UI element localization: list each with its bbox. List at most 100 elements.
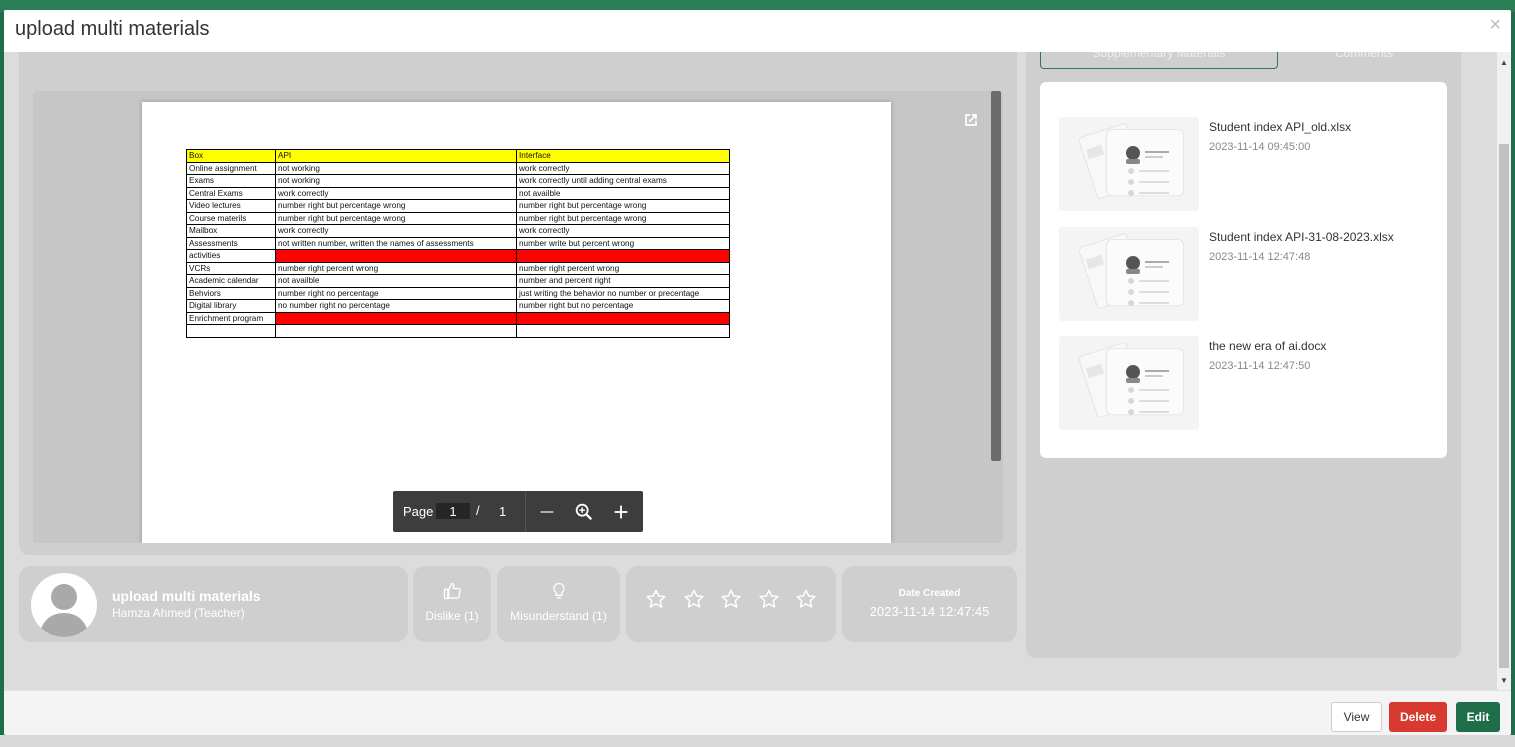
table-header-cell: Box	[186, 149, 276, 163]
author-card: upload multi materials Hamza Ahmed (Teac…	[19, 566, 408, 642]
table-row	[186, 324, 730, 338]
page-toolbar: Page / 1	[393, 491, 643, 532]
table-cell	[516, 249, 730, 263]
table-cell: Video lectures	[186, 199, 276, 213]
document-thumbnail-icon	[1078, 123, 1185, 199]
table-row: Online assignment not working work correct…	[186, 161, 730, 175]
date-created-label: Date Created	[898, 588, 961, 599]
open-external-icon[interactable]	[961, 110, 981, 130]
viewer-scrollbar[interactable]	[991, 91, 1001, 461]
zoom-icon[interactable]	[573, 501, 595, 523]
table-header-cell: Interface	[516, 149, 730, 163]
table-row: VCRs number right percent wrong number rig…	[186, 261, 730, 275]
delete-button[interactable]: Delete	[1389, 702, 1447, 732]
table-row: Course materils number right but percenta…	[186, 211, 730, 225]
table-cell	[275, 324, 517, 338]
star-icon[interactable]	[795, 588, 817, 610]
page-number-input[interactable]	[436, 503, 470, 519]
table-cell: number right no percentage	[275, 286, 517, 300]
list-item[interactable]: the new era of ai.docx 2023-11-14 12:47:5…	[1059, 336, 1449, 430]
date-created-card: Date Created 2023-11-14 12:47:45	[842, 566, 1017, 642]
table-row: Academic calendar not availble number and …	[186, 274, 730, 288]
table-cell: activities	[186, 249, 276, 263]
table-row: Exams not working work correctly until add…	[186, 174, 730, 188]
table-cell: Behviors	[186, 286, 276, 300]
table-cell: work correctly	[516, 161, 730, 175]
table-cell: work correctly	[275, 186, 517, 200]
document-thumbnail-icon	[1078, 342, 1185, 418]
star-icon[interactable]	[683, 588, 705, 610]
materials-panel: Supplementary Materials Comments Student…	[1026, 52, 1461, 658]
table-cell: Digital library	[186, 299, 276, 313]
table-cell: VCRs	[186, 261, 276, 275]
document-thumbnail-icon	[1078, 232, 1185, 309]
table-cell: not availble	[275, 274, 517, 288]
file-date: 2023-11-14 12:47:50	[1209, 360, 1311, 372]
table-cell: Course materils	[186, 211, 276, 225]
table-cell: not availble	[516, 186, 730, 200]
table-cell: number right but percentage wrong	[275, 199, 517, 213]
pdf-viewer[interactable]: Box API Interface Online assignment not w…	[33, 91, 1003, 543]
table-row: Mailbox work correctly work correctly	[186, 224, 730, 238]
misunderstand-label: Misunderstand (1)	[510, 609, 607, 623]
scroll-up-icon[interactable]: ▲	[1500, 58, 1508, 67]
table-cell: number and percent right	[516, 274, 730, 288]
document-panel: Box API Interface Online assignment not w…	[19, 52, 1017, 555]
scroll-down-icon[interactable]: ▼	[1500, 676, 1508, 685]
background-footer	[0, 735, 1515, 747]
table-row: Enrichment program	[186, 311, 730, 325]
page-separator: /	[476, 503, 480, 518]
file-name: Student index API_old.xlsx	[1209, 120, 1352, 134]
star-icon[interactable]	[720, 588, 742, 610]
list-item[interactable]: Student index API-31-08-2023.xlsx 2023-11…	[1059, 226, 1449, 321]
star-icon[interactable]	[758, 588, 780, 610]
document-table: Box API Interface Online assignment not w…	[186, 149, 730, 338]
modal-header: upload multi materials ×	[4, 10, 1511, 52]
table-cell: Central Exams	[186, 186, 276, 200]
edit-button[interactable]: Edit	[1456, 702, 1500, 732]
list-item[interactable]: Student index API_old.xlsx 2023-11-14 09:…	[1059, 117, 1449, 211]
table-cell: number right percent wrong	[275, 261, 517, 275]
table-cell: Assessments	[186, 236, 276, 250]
table-cell	[275, 249, 517, 263]
zoom-in-icon[interactable]	[610, 501, 632, 523]
file-name: the new era of ai.docx	[1209, 339, 1327, 353]
table-row: Digital library no number right no percen…	[186, 299, 730, 313]
file-name: Student index API-31-08-2023.xlsx	[1209, 229, 1394, 244]
table-cell: Mailbox	[186, 224, 276, 238]
table-cell	[186, 324, 276, 338]
star-icon[interactable]	[645, 588, 667, 610]
lightbulb-icon	[552, 582, 565, 599]
material-title: upload multi materials	[112, 588, 261, 604]
dislike-label: Dislike (1)	[425, 609, 479, 623]
files-list: Student index API_old.xlsx 2023-11-14 09:…	[1040, 82, 1447, 458]
rating-card	[626, 566, 836, 642]
dislike-button[interactable]: Dislike (1)	[413, 566, 491, 642]
zoom-out-icon[interactable]	[536, 501, 558, 523]
date-created-value: 2023-11-14 12:47:45	[869, 604, 990, 619]
table-cell: work correctly	[516, 224, 730, 238]
file-thumbnail	[1059, 226, 1199, 321]
view-button[interactable]: View	[1331, 702, 1382, 732]
tab-supplementary-materials[interactable]: Supplementary Materials	[1040, 52, 1278, 69]
modal-body: Box API Interface Online assignment not w…	[4, 52, 1511, 690]
table-cell: Academic calendar	[186, 274, 276, 288]
table-cell: not working	[275, 174, 517, 188]
table-header-row: Box API Interface	[186, 149, 730, 163]
table-cell: Exams	[186, 174, 276, 188]
table-row: Video lectures number right but percentag…	[186, 199, 730, 213]
misunderstand-button[interactable]: Misunderstand (1)	[497, 566, 620, 642]
modal-scrollbar[interactable]: ▲ ▼	[1497, 52, 1511, 690]
total-pages: 1	[499, 504, 507, 519]
author-name: Hamza Ahmed (Teacher)	[112, 606, 245, 620]
tab-comments[interactable]: Comments	[1278, 52, 1450, 68]
table-cell: number right but no percentage	[516, 299, 730, 313]
table-cell: work correctly until adding central exam…	[516, 174, 730, 188]
table-cell: just writing the behavior no number or p…	[516, 286, 730, 300]
document-page: Box API Interface Online assignment not w…	[142, 102, 891, 543]
table-cell: number right but percentage wrong	[516, 199, 730, 213]
file-date: 2023-11-14 09:45:00	[1209, 141, 1311, 153]
scrollbar-thumb[interactable]	[1499, 144, 1509, 668]
close-icon[interactable]: ×	[1489, 14, 1501, 37]
file-thumbnail	[1059, 336, 1199, 430]
